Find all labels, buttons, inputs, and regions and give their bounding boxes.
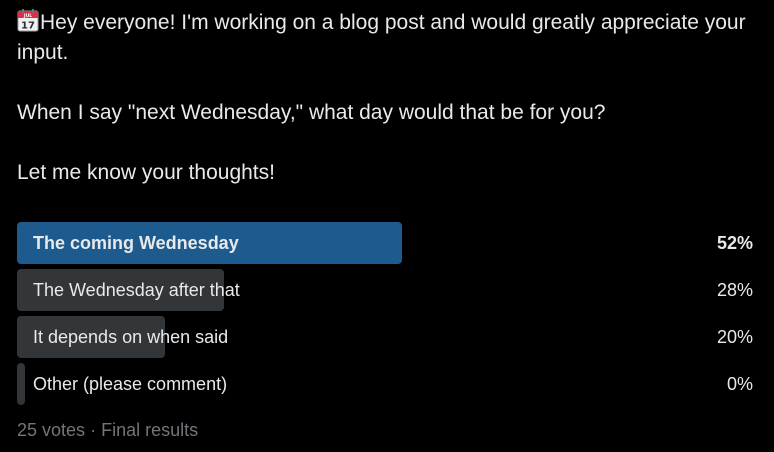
tweet-body: JUL 17 Hey everyone! I'm working on a bl… (17, 8, 757, 188)
calendar-icon: JUL 17 (17, 9, 39, 32)
poll-option-label: Other (please comment) (33, 374, 228, 394)
poll-option-label: The Wednesday after that (33, 280, 240, 300)
poll-option[interactable]: The coming Wednesday 52% (17, 222, 757, 264)
poll-option-percent: 0% (726, 374, 753, 394)
tweet-line-3: Let me know your thoughts! (17, 161, 275, 184)
tweet-line-1: Hey everyone! I'm working on a blog post… (17, 11, 746, 64)
tweet-text: JUL 17 Hey everyone! I'm working on a bl… (17, 8, 757, 188)
tweet-line-2: When I say "next Wednesday," what day wo… (17, 101, 606, 124)
tweet-paragraph-intro: JUL 17 Hey everyone! I'm working on a bl… (17, 8, 757, 68)
poll-option-percent: 20% (716, 327, 753, 347)
poll: The coming Wednesday 52% The Wednesday aft… (17, 222, 757, 410)
calendar-icon-month: JUL (23, 13, 32, 19)
poll-option-label: It depends on when said (33, 327, 229, 347)
poll-vote-count: 25 votes (17, 420, 86, 440)
poll-status: Final results (101, 420, 199, 440)
poll-option[interactable]: Other (please comment) 0% (17, 363, 757, 405)
poll-option[interactable]: It depends on when said 20% (17, 316, 757, 358)
poll-option-percent: 52% (716, 233, 753, 253)
poll-footer: 25 votes · Final results (17, 420, 198, 441)
calendar-icon-day: 17 (21, 21, 35, 32)
poll-option-label: The coming Wednesday (33, 233, 239, 253)
poll-option-bar (17, 363, 25, 405)
poll-separator: · (90, 420, 97, 440)
poll-option[interactable]: The Wednesday after that 28% (17, 269, 757, 311)
poll-option-percent: 28% (716, 280, 753, 300)
